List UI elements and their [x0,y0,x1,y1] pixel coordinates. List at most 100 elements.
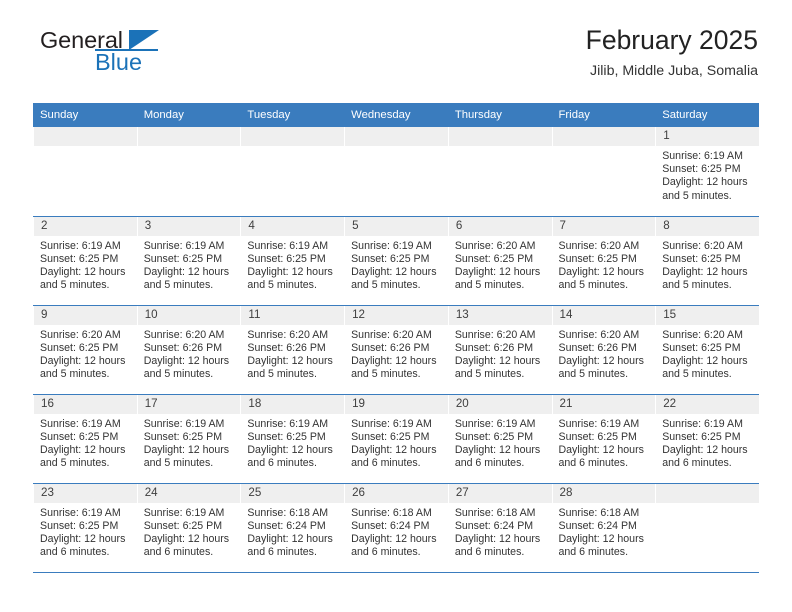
day-sun-info: Sunrise: 6:19 AM Sunset: 6:25 PM Daylight:… [655,414,759,471]
sunrise-text: Sunrise: 6:20 AM [662,328,743,341]
day-number: 4 [240,216,345,236]
sunrise-text: Sunrise: 6:19 AM [662,150,743,162]
sunset-text: Sunset: 6:25 PM [558,430,637,443]
daylight-text-line2: and 5 minutes. [351,279,421,292]
calendar-day-cell[interactable]: 2 Sunrise: 6:19 AM Sunset: 6:25 PM Daylight… [33,215,137,305]
calendar-day-cell[interactable]: 16 Sunrise: 6:19 AM Sunset: 6:25 PM Dayligh… [33,393,137,483]
calendar-header-row: Sunday Monday Tuesday Wednesday Thursday Frid… [33,103,759,127]
daylight-text-line1: Daylight: 12 hours [40,443,126,456]
calendar-day-cell[interactable]: 15 Sunrise: 6:20 AM Sunset: 6:25 PM Dayligh… [655,304,759,394]
daylight-text-line2: and 6 minutes. [247,546,317,559]
weekday-header-monday: Monday [136,103,241,127]
day-number [551,127,656,146]
daylight-text-line1: Daylight: 12 hours [247,265,333,278]
daylight-text-line2: and 5 minutes. [40,279,110,292]
daylight-text-line1: Daylight: 12 hours [454,354,541,367]
sunrise-text: Sunrise: 6:18 AM [454,506,536,519]
sunrise-text: Sunrise: 6:19 AM [351,417,432,430]
day-sun-info: Sunrise: 6:20 AM Sunset: 6:26 PM Daylight:… [552,325,656,382]
calendar-day-cell[interactable]: 28 Sunrise: 6:18 AM Sunset: 6:24 PM Dayligh… [551,482,656,573]
day-sun-info: Sunrise: 6:20 AM Sunset: 6:25 PM Daylight:… [448,236,552,293]
calendar-week-row: 2 Sunrise: 6:19 AM Sunset: 6:25 PM Daylight… [33,215,759,305]
sunrise-text: Sunrise: 6:19 AM [40,506,121,519]
calendar-day-cell[interactable]: 24 Sunrise: 6:19 AM Sunset: 6:25 PM Dayligh… [136,482,241,573]
day-number: 23 [33,483,137,503]
daylight-text-line2: and 5 minutes. [662,368,732,381]
day-sun-info: Sunrise: 6:20 AM Sunset: 6:26 PM Daylight:… [448,325,552,382]
brand-logo[interactable]: General Blue [34,28,214,81]
sunrise-text: Sunrise: 6:20 AM [558,328,640,341]
day-number: 27 [447,483,552,503]
calendar-day-cell[interactable]: 21 Sunrise: 6:19 AM Sunset: 6:25 PM Dayligh… [551,393,656,483]
calendar-day-cell[interactable]: 4 Sunrise: 6:19 AM Sunset: 6:25 PM Daylight… [240,215,345,305]
day-number: 19 [344,394,448,414]
calendar-day-cell[interactable]: 13 Sunrise: 6:20 AM Sunset: 6:26 PM Dayligh… [447,304,552,394]
calendar-day-cell[interactable]: 3 Sunrise: 6:19 AM Sunset: 6:25 PM Daylight… [136,215,241,305]
weekday-header-saturday: Saturday [655,103,759,127]
daylight-text-line1: Daylight: 12 hours [247,354,333,367]
daylight-text-line2: and 6 minutes. [40,546,110,559]
calendar-day-cell[interactable]: 9 Sunrise: 6:20 AM Sunset: 6:25 PM Daylight… [33,304,137,394]
calendar-day-cell[interactable]: 19 Sunrise: 6:19 AM Sunset: 6:25 PM Dayligh… [344,393,448,483]
daylight-text-line1: Daylight: 12 hours [351,443,437,456]
calendar-day-cell-empty [33,127,137,216]
calendar-day-cell[interactable]: 23 Sunrise: 6:19 AM Sunset: 6:25 PM Dayligh… [33,482,137,573]
calendar-day-cell[interactable]: 25 Sunrise: 6:18 AM Sunset: 6:24 PM Dayligh… [240,482,345,573]
calendar-day-cell[interactable]: 17 Sunrise: 6:19 AM Sunset: 6:25 PM Dayligh… [136,393,241,483]
daylight-text-line2: and 5 minutes. [40,368,110,381]
day-number: 22 [655,394,759,414]
day-number: 6 [447,216,552,236]
calendar-day-cell[interactable]: 8 Sunrise: 6:20 AM Sunset: 6:25 PM Daylight… [655,215,759,305]
calendar-day-cell[interactable]: 20 Sunrise: 6:19 AM Sunset: 6:25 PM Dayligh… [447,393,552,483]
day-sun-info: Sunrise: 6:19 AM Sunset: 6:25 PM Daylight:… [33,503,137,560]
calendar-day-cell[interactable]: 1 Sunrise: 6:19 AM Sunset: 6:25 PM Daylight… [655,127,759,216]
sunrise-text: Sunrise: 6:19 AM [143,417,225,430]
weekday-header: Sunday Monday Tuesday Wednesday Thursday Frid… [33,103,759,127]
calendar-day-cell[interactable]: 26 Sunrise: 6:18 AM Sunset: 6:24 PM Dayligh… [344,482,448,573]
daylight-text-line1: Daylight: 12 hours [247,532,333,545]
day-sun-info: Sunrise: 6:19 AM Sunset: 6:25 PM Daylight:… [240,236,344,293]
sunset-text: Sunset: 6:25 PM [247,252,326,265]
calendar-day-cell[interactable]: 11 Sunrise: 6:20 AM Sunset: 6:26 PM Dayligh… [240,304,345,394]
day-sun-info: Sunrise: 6:19 AM Sunset: 6:25 PM Daylight:… [137,236,241,293]
daylight-text-line1: Daylight: 12 hours [558,443,644,456]
sunset-text: Sunset: 6:25 PM [662,252,741,265]
daylight-text-line2: and 5 minutes. [143,279,214,292]
calendar-day-cell[interactable]: 27 Sunrise: 6:18 AM Sunset: 6:24 PM Dayligh… [447,482,552,573]
calendar-day-cell[interactable]: 7 Sunrise: 6:20 AM Sunset: 6:25 PM Daylight… [551,215,656,305]
day-number: 9 [33,305,137,325]
day-number: 2 [33,216,137,236]
calendar-day-cell[interactable]: 12 Sunrise: 6:20 AM Sunset: 6:26 PM Dayligh… [344,304,448,394]
sunrise-text: Sunrise: 6:19 AM [454,417,536,430]
daylight-text-line2: and 6 minutes. [143,546,214,559]
day-number [447,127,552,146]
sunset-text: Sunset: 6:24 PM [454,519,534,532]
calendar-day-cell[interactable]: 22 Sunrise: 6:19 AM Sunset: 6:25 PM Dayligh… [655,393,759,483]
sunrise-text: Sunrise: 6:19 AM [662,417,743,430]
calendar-day-cell[interactable]: 10 Sunrise: 6:20 AM Sunset: 6:26 PM Dayligh… [136,304,241,394]
daylight-text-line1: Daylight: 12 hours [558,354,644,367]
daylight-text-line2: and 6 minutes. [454,546,525,559]
sunset-text: Sunset: 6:25 PM [558,252,637,265]
calendar-day-cell[interactable]: 18 Sunrise: 6:19 AM Sunset: 6:25 PM Dayligh… [240,393,345,483]
calendar-page: General Blue February 2025 Jilib, Middle… [0,0,792,612]
sunrise-text: Sunrise: 6:19 AM [40,417,121,430]
daylight-text-line2: and 6 minutes. [247,457,317,470]
sunset-text: Sunset: 6:25 PM [351,430,430,443]
calendar-day-cell[interactable]: 5 Sunrise: 6:19 AM Sunset: 6:25 PM Daylight… [344,215,448,305]
daylight-text-line1: Daylight: 12 hours [351,265,437,278]
day-sun-info: Sunrise: 6:19 AM Sunset: 6:25 PM Daylight:… [344,236,448,293]
day-sun-info: Sunrise: 6:20 AM Sunset: 6:26 PM Daylight:… [240,325,344,382]
day-number: 21 [551,394,656,414]
daylight-text-line2: and 6 minutes. [662,457,732,470]
sunrise-text: Sunrise: 6:18 AM [351,506,432,519]
daylight-text-line2: and 5 minutes. [558,368,629,381]
calendar-day-cell[interactable]: 6 Sunrise: 6:20 AM Sunset: 6:25 PM Daylight… [447,215,552,305]
daylight-text-line2: and 6 minutes. [454,457,525,470]
sunset-text: Sunset: 6:26 PM [558,341,637,354]
calendar-day-cell[interactable]: 14 Sunrise: 6:20 AM Sunset: 6:26 PM Dayligh… [551,304,656,394]
daylight-text-line2: and 5 minutes. [662,189,732,202]
day-sun-info: Sunrise: 6:19 AM Sunset: 6:25 PM Daylight:… [137,503,241,560]
day-number: 17 [136,394,241,414]
day-number: 11 [240,305,345,325]
